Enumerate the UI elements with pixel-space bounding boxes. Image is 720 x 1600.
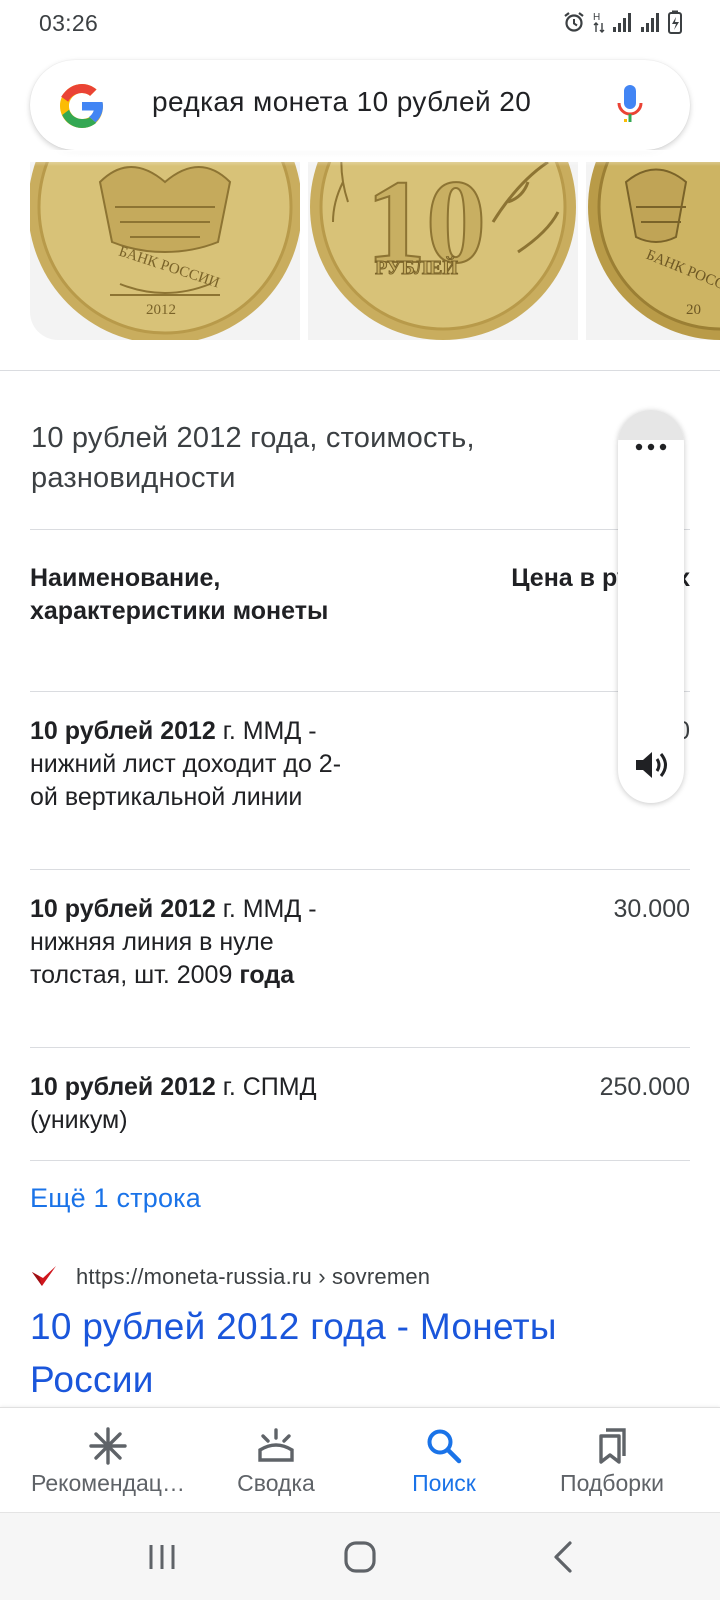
image-carousel[interactable]: БАНК РОССИИ 2012 10 РУБЛЕЙ БАНК РОССИИ 2… — [0, 162, 720, 340]
coin-image-2[interactable]: 10 РУБЛЕЙ — [308, 162, 578, 340]
alarm-icon — [564, 12, 584, 32]
nav-label: Сводка — [237, 1470, 315, 1496]
sunrise-icon — [258, 1428, 294, 1462]
more-rows-link[interactable]: Ещё 1 строка — [30, 1183, 201, 1214]
data-arrows-icon: H — [593, 12, 605, 33]
status-icons: H — [562, 10, 682, 34]
table-top-divider — [30, 529, 690, 530]
recents-icon[interactable] — [140, 1535, 184, 1579]
speaker-icon[interactable] — [633, 748, 671, 782]
header-fade — [0, 150, 720, 166]
table-row: 10 рублей 2012 г. СПМД (уникум) — [30, 1071, 360, 1137]
table-row: 10 рублей 2012 г. ММД - нижний лист дохо… — [30, 715, 360, 814]
table-header-name: Наименование, характеристики монеты — [30, 564, 329, 625]
table-divider — [30, 869, 690, 870]
search-query[interactable]: редкая монета 10 рублей 20 — [152, 86, 622, 118]
nav-label: Поиск — [412, 1470, 476, 1496]
nav-label: Рекомендац… — [31, 1470, 185, 1496]
result-url[interactable]: https://moneta-russia.ru › sovremen — [76, 1264, 430, 1290]
asterisk-icon — [89, 1427, 127, 1465]
table-divider — [30, 1047, 690, 1048]
search-bar[interactable]: редкая монета 10 рублей 20 — [30, 60, 690, 150]
coin-image-3[interactable]: БАНК РОССИИ 20 — [586, 162, 720, 340]
snippet-title: 10 рублей 2012 года, стоимость, разновид… — [31, 422, 475, 494]
google-g-logo[interactable] — [58, 82, 106, 130]
nav-collections[interactable]: Подборки — [522, 1408, 702, 1513]
coin-image-1[interactable]: БАНК РОССИИ 2012 — [30, 162, 300, 340]
row-name-bold: 10 рублей 2012 — [30, 717, 216, 745]
section-divider — [0, 370, 720, 371]
status-bar: 03:26 H — [0, 0, 720, 46]
row-price: 250.000 — [599, 1073, 690, 1101]
row-name-bold: 10 рублей 2012 — [30, 1073, 216, 1101]
result-source[interactable]: https://moneta-russia.ru › sovremen — [30, 1262, 430, 1292]
nav-search[interactable]: Поиск — [354, 1408, 534, 1513]
table-row: 10 рублей 2012 г. ММД - нижняя линия в н… — [30, 893, 360, 992]
row-name-tail-bold: года — [239, 961, 295, 989]
signal-icon — [641, 13, 659, 32]
coin-rubles-text: РУБЛЕЙ — [375, 256, 458, 279]
system-nav — [0, 1512, 720, 1600]
home-icon[interactable] — [338, 1535, 382, 1579]
table-divider — [30, 691, 690, 692]
coin-year-text: 2012 — [146, 302, 176, 318]
signal-icon — [613, 13, 631, 32]
search-icon — [427, 1429, 462, 1464]
checkmark-favicon — [32, 1266, 56, 1286]
coin-year-text: 20 — [686, 302, 701, 318]
status-time: 03:26 — [39, 10, 99, 36]
floating-panel[interactable] — [618, 410, 684, 803]
table-divider — [30, 1160, 690, 1161]
row-name-bold: 10 рублей 2012 — [30, 895, 216, 923]
nav-label: Подборки — [560, 1470, 664, 1496]
back-icon[interactable] — [542, 1535, 586, 1579]
nav-recommendations[interactable]: Рекомендац… — [18, 1408, 198, 1513]
mic-icon[interactable] — [612, 83, 648, 127]
more-horizontal-icon[interactable] — [634, 438, 668, 456]
svg-text:H: H — [593, 12, 600, 23]
result-title-link[interactable]: 10 рублей 2012 года - Монеты России — [30, 1300, 670, 1406]
bottom-nav: Рекомендац… Сводка Поиск Подборки — [0, 1407, 720, 1512]
bookmarks-icon — [599, 1428, 626, 1464]
nav-summary[interactable]: Сводка — [186, 1408, 366, 1513]
row-price: 30.000 — [613, 895, 690, 923]
battery-icon — [668, 10, 682, 34]
panel-handle[interactable] — [618, 410, 684, 440]
